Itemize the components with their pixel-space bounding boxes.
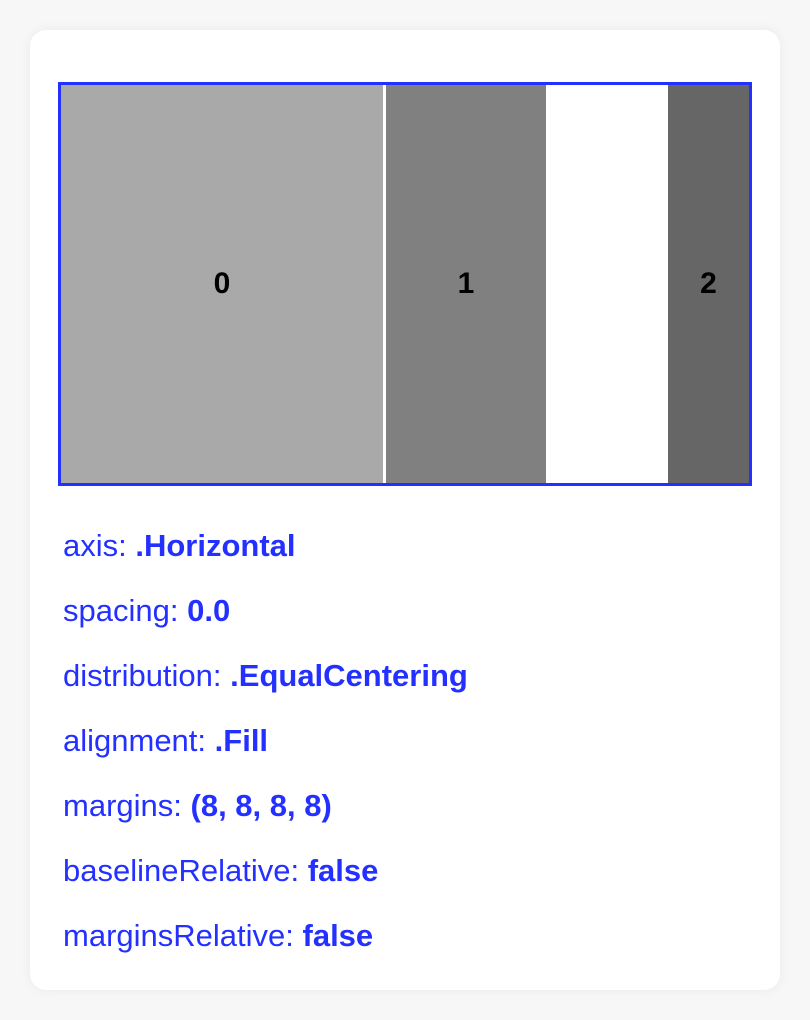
property-name: margins: — [63, 788, 182, 823]
property-name: marginsRelative: — [63, 918, 294, 953]
demo-card: 0 1 2 axis: .Horizontal spacing: 0.0 dis… — [30, 30, 780, 990]
property-name: alignment: — [63, 723, 207, 758]
property-value: (8, 8, 8, 8) — [190, 788, 332, 823]
arranged-view-1: 1 — [386, 85, 546, 483]
arranged-view-2: 2 — [668, 85, 749, 483]
property-list: axis: .Horizontal spacing: 0.0 distribut… — [63, 526, 763, 981]
property-alignment: alignment: .Fill — [63, 721, 763, 786]
property-distribution: distribution: .EqualCentering — [63, 656, 763, 721]
arranged-view-label: 1 — [457, 267, 475, 300]
property-baseline-relative: baselineRelative: false — [63, 851, 763, 916]
property-value: .EqualCentering — [230, 658, 468, 693]
property-value: .Horizontal — [135, 528, 296, 563]
property-axis: axis: .Horizontal — [63, 526, 763, 591]
property-name: distribution: — [63, 658, 222, 693]
property-margins-relative: marginsRelative: false — [63, 916, 763, 981]
property-name: spacing: — [63, 593, 179, 628]
property-value: .Fill — [214, 723, 269, 758]
property-margins: margins: (8, 8, 8, 8) — [63, 786, 763, 851]
stack-view: 0 1 2 — [58, 82, 752, 486]
property-name: axis: — [63, 528, 127, 563]
arranged-view-label: 2 — [700, 267, 717, 300]
property-value: false — [302, 918, 374, 953]
property-value: 0.0 — [187, 593, 231, 628]
property-value: false — [307, 853, 379, 888]
property-name: baselineRelative: — [63, 853, 300, 888]
property-spacing: spacing: 0.0 — [63, 591, 763, 656]
arranged-view-label: 0 — [213, 267, 231, 300]
arranged-view-0: 0 — [61, 85, 383, 483]
